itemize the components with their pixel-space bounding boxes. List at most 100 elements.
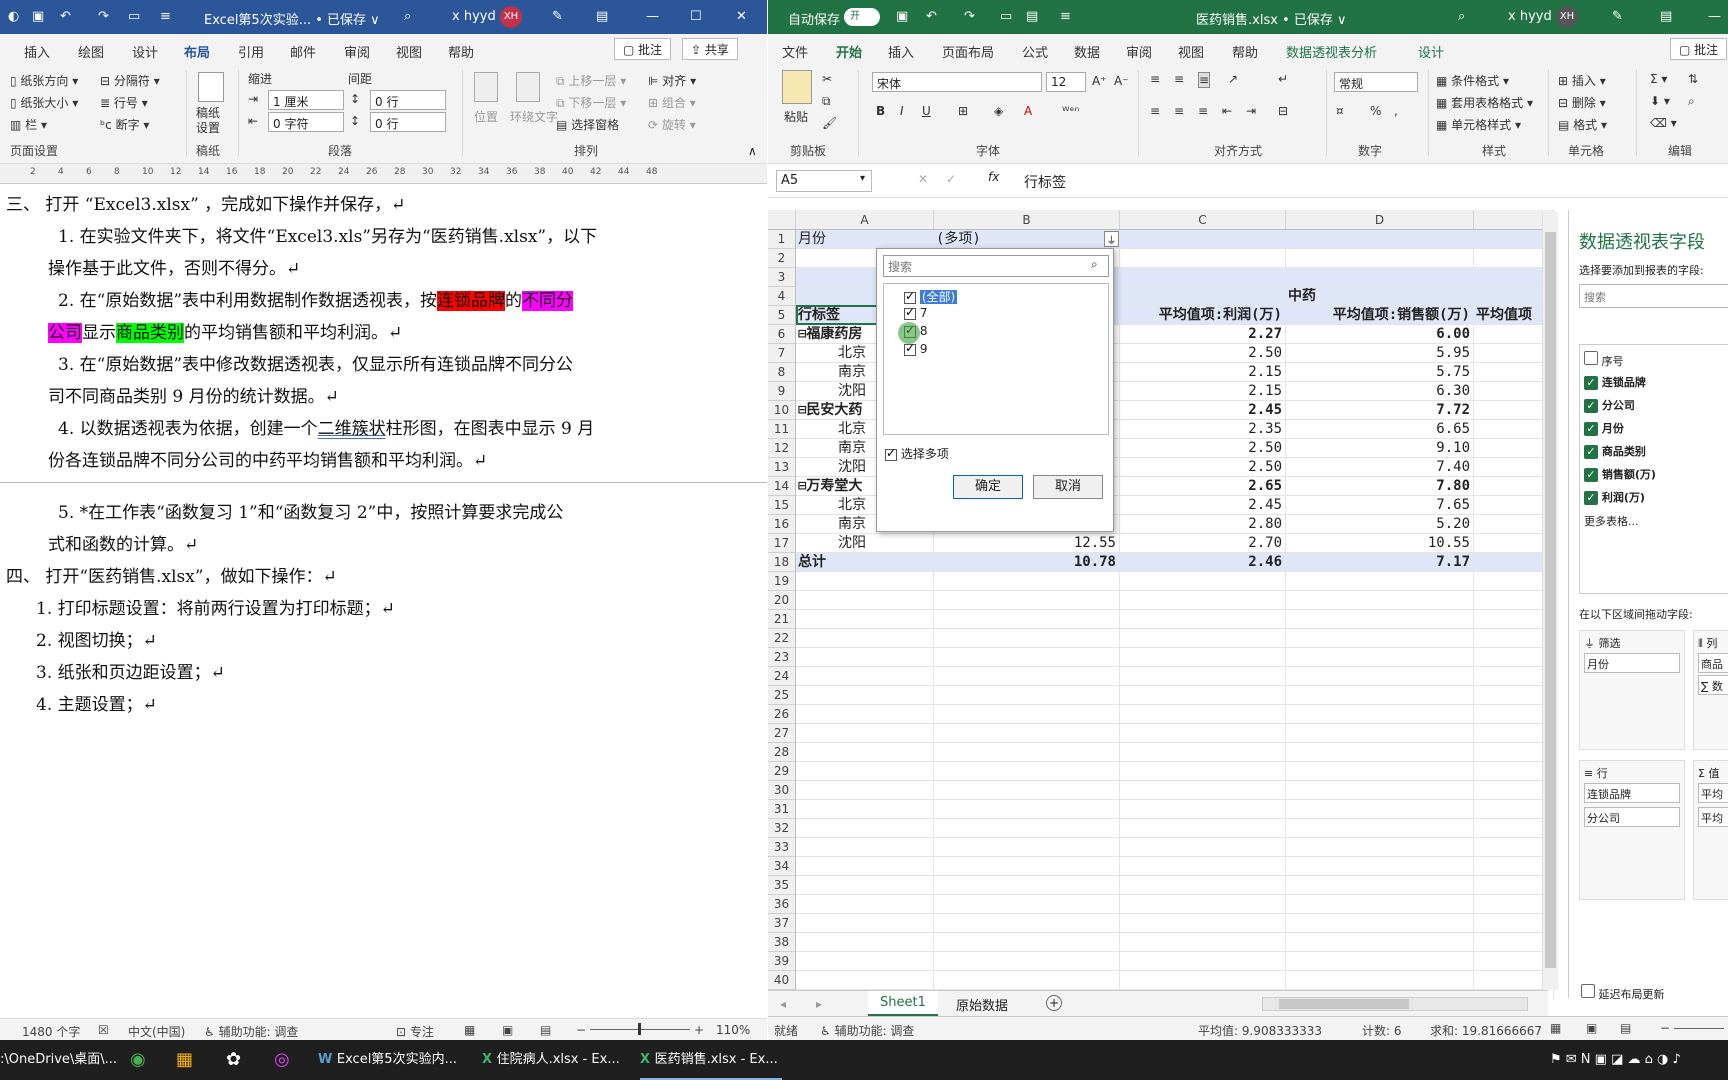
paper-size-button[interactable]: ▯ 纸张大小 ▾	[10, 94, 78, 111]
columns-button[interactable]: ▥ 栏 ▾	[10, 116, 47, 133]
cell-d10[interactable]: 7.72	[1288, 402, 1470, 419]
cell-d5[interactable]: 平均值项:销售额(万)	[1288, 307, 1470, 324]
column-header[interactable]: D	[1286, 210, 1474, 230]
cell-c18[interactable]: 2.46	[1122, 554, 1282, 571]
average-status[interactable]: 平均值: 9.908333333	[1198, 1022, 1322, 1039]
font-name-select[interactable]: 宋体	[872, 72, 1042, 92]
row-header[interactable]: 10	[768, 401, 796, 420]
ribbon-display-icon[interactable]: ▤	[1660, 9, 1672, 24]
manuscript-label[interactable]: 稿纸设置	[196, 106, 228, 136]
space-before-field[interactable]: 0 行	[370, 90, 446, 110]
borders-icon[interactable]: ⊞	[958, 104, 968, 118]
tab-page-layout[interactable]: 页面布局	[942, 42, 994, 61]
row-header[interactable]: 2	[768, 249, 796, 268]
tray-icons[interactable]: ⚑ ✉ N ▣ ◪ ☁ ⌂ ◑ ♪	[1550, 1040, 1681, 1080]
cell-b17[interactable]: 12.55	[936, 535, 1116, 552]
chrome-icon[interactable]: ◉	[130, 1040, 146, 1080]
ribbon-display-icon[interactable]: ▤	[596, 9, 608, 24]
field-month[interactable]: ✓ 月份	[1584, 420, 1624, 436]
name-box-dropdown-icon[interactable]: ▾	[860, 173, 865, 184]
print-preview-icon[interactable]: ▤	[1026, 9, 1038, 24]
accessibility-status[interactable]: ♿ 辅助功能: 调查	[204, 1023, 298, 1040]
vertical-scrollbar-thumb[interactable]	[1545, 232, 1556, 968]
indent-right-field[interactable]: 0 字符	[268, 112, 344, 132]
percent-icon[interactable]: %	[1370, 104, 1381, 118]
pivot-search-input[interactable]: 搜索	[1579, 284, 1728, 308]
count-status[interactable]: 计数: 6	[1362, 1022, 1402, 1039]
zoom-level[interactable]: 110%	[716, 1023, 750, 1037]
align-left-icon[interactable]: ≡	[1150, 104, 1160, 118]
explorer-path-item[interactable]: :\OneDrive\桌面\...	[0, 1040, 117, 1080]
comment-button[interactable]: ▢ 批注	[1670, 38, 1728, 60]
redo-icon[interactable]: ↷	[98, 9, 109, 24]
font-size-select[interactable]: 12	[1046, 72, 1086, 92]
row-header[interactable]: 5	[768, 306, 796, 325]
next-sheet-icon[interactable]: ▸	[816, 997, 822, 1011]
align-right-icon[interactable]: ≡	[1198, 104, 1208, 118]
row-header[interactable]: 33	[768, 838, 796, 857]
new-doc-icon[interactable]: ▭	[1000, 9, 1012, 24]
cell-d12[interactable]: 9.10	[1288, 440, 1470, 457]
page-break-view-icon[interactable]: ▤	[1620, 1021, 1631, 1035]
print-layout-icon[interactable]: ▣	[502, 1023, 513, 1037]
cell-d14[interactable]: 7.80	[1288, 478, 1470, 495]
cell-d6[interactable]: 6.00	[1288, 326, 1470, 343]
redo-icon[interactable]: ↷	[964, 9, 975, 24]
cell-c13[interactable]: 2.50	[1122, 459, 1282, 476]
tab-insert[interactable]: 插入	[888, 42, 914, 61]
cell-c9[interactable]: 2.15	[1122, 383, 1282, 400]
accessibility-status[interactable]: ♿ 辅助功能: 调查	[820, 1022, 914, 1039]
add-sheet-icon[interactable]: +	[1046, 995, 1062, 1011]
app-store-icon[interactable]: ▦	[176, 1040, 193, 1080]
checkbox-icon[interactable]	[1584, 351, 1598, 365]
merge-icon[interactable]: ⊟	[1278, 104, 1288, 118]
cell-c17[interactable]: 2.70	[1122, 535, 1282, 552]
cell-c8[interactable]: 2.15	[1122, 364, 1282, 381]
tab-references[interactable]: 引用	[238, 42, 264, 61]
customize-icon[interactable]: ≡	[160, 9, 171, 24]
checkbox-icon[interactable]	[904, 289, 916, 304]
row-header[interactable]: 16	[768, 515, 796, 534]
comma-icon[interactable]: ,	[1394, 104, 1398, 118]
cell-a18[interactable]: 总计	[798, 554, 930, 571]
zoom-out-icon[interactable]: −	[1660, 1021, 1670, 1035]
paint-icon[interactable]: ✿	[226, 1040, 241, 1080]
row-header[interactable]: 14	[768, 477, 796, 496]
position-icon[interactable]	[474, 72, 498, 102]
row-header[interactable]: 19	[768, 572, 796, 591]
new-doc-icon[interactable]: ▭	[128, 9, 140, 24]
tab-layout[interactable]: 布局	[184, 42, 211, 67]
minimize-icon[interactable]: —	[1708, 9, 1721, 24]
hyphenation-button[interactable]: ᵇc 断字 ▾	[100, 116, 149, 133]
row-header[interactable]: 6	[768, 325, 796, 344]
tab-insert[interactable]: 插入	[24, 42, 50, 61]
tab-data[interactable]: 数据	[1074, 42, 1100, 61]
row-header[interactable]: 37	[768, 914, 796, 933]
cell-c10[interactable]: 2.45	[1122, 402, 1282, 419]
undo-icon[interactable]: ↶	[926, 9, 937, 24]
tab-help[interactable]: 帮助	[1232, 42, 1258, 61]
row-header[interactable]: 23	[768, 648, 796, 667]
row-header[interactable]: 29	[768, 762, 796, 781]
rotate-button[interactable]: ⟳ 旋转 ▾	[648, 116, 696, 133]
tab-home[interactable]: 开始	[836, 42, 863, 67]
cell-d7[interactable]: 5.95	[1288, 345, 1470, 362]
checkbox-icon[interactable]: ✓	[1584, 468, 1598, 482]
cell-c15[interactable]: 2.45	[1122, 497, 1282, 514]
customize-icon[interactable]: ≡	[1060, 9, 1071, 24]
word-count[interactable]: 1480 个字	[22, 1023, 80, 1040]
wrap-text-icon[interactable]: ↵	[1278, 72, 1288, 86]
line-numbers-button[interactable]: ≣ 行号 ▾	[100, 94, 148, 111]
checkbox-icon[interactable]	[885, 446, 897, 461]
cell-d13[interactable]: 7.40	[1288, 459, 1470, 476]
proofing-icon[interactable]: ☒	[98, 1023, 109, 1037]
checkbox-icon[interactable]	[904, 305, 916, 320]
table-format-button[interactable]: ▦ 套用表格格式 ▾	[1436, 94, 1533, 111]
avatar[interactable]: XH	[1556, 6, 1578, 28]
row-header[interactable]: 13	[768, 458, 796, 477]
wrap-icon[interactable]	[516, 72, 540, 102]
format-cells-button[interactable]: ▤ 格式 ▾	[1558, 116, 1607, 133]
cell-c7[interactable]: 2.50	[1122, 345, 1282, 362]
align-middle-icon[interactable]: ≡	[1174, 72, 1184, 86]
vertical-scrollbar[interactable]	[1542, 212, 1558, 990]
